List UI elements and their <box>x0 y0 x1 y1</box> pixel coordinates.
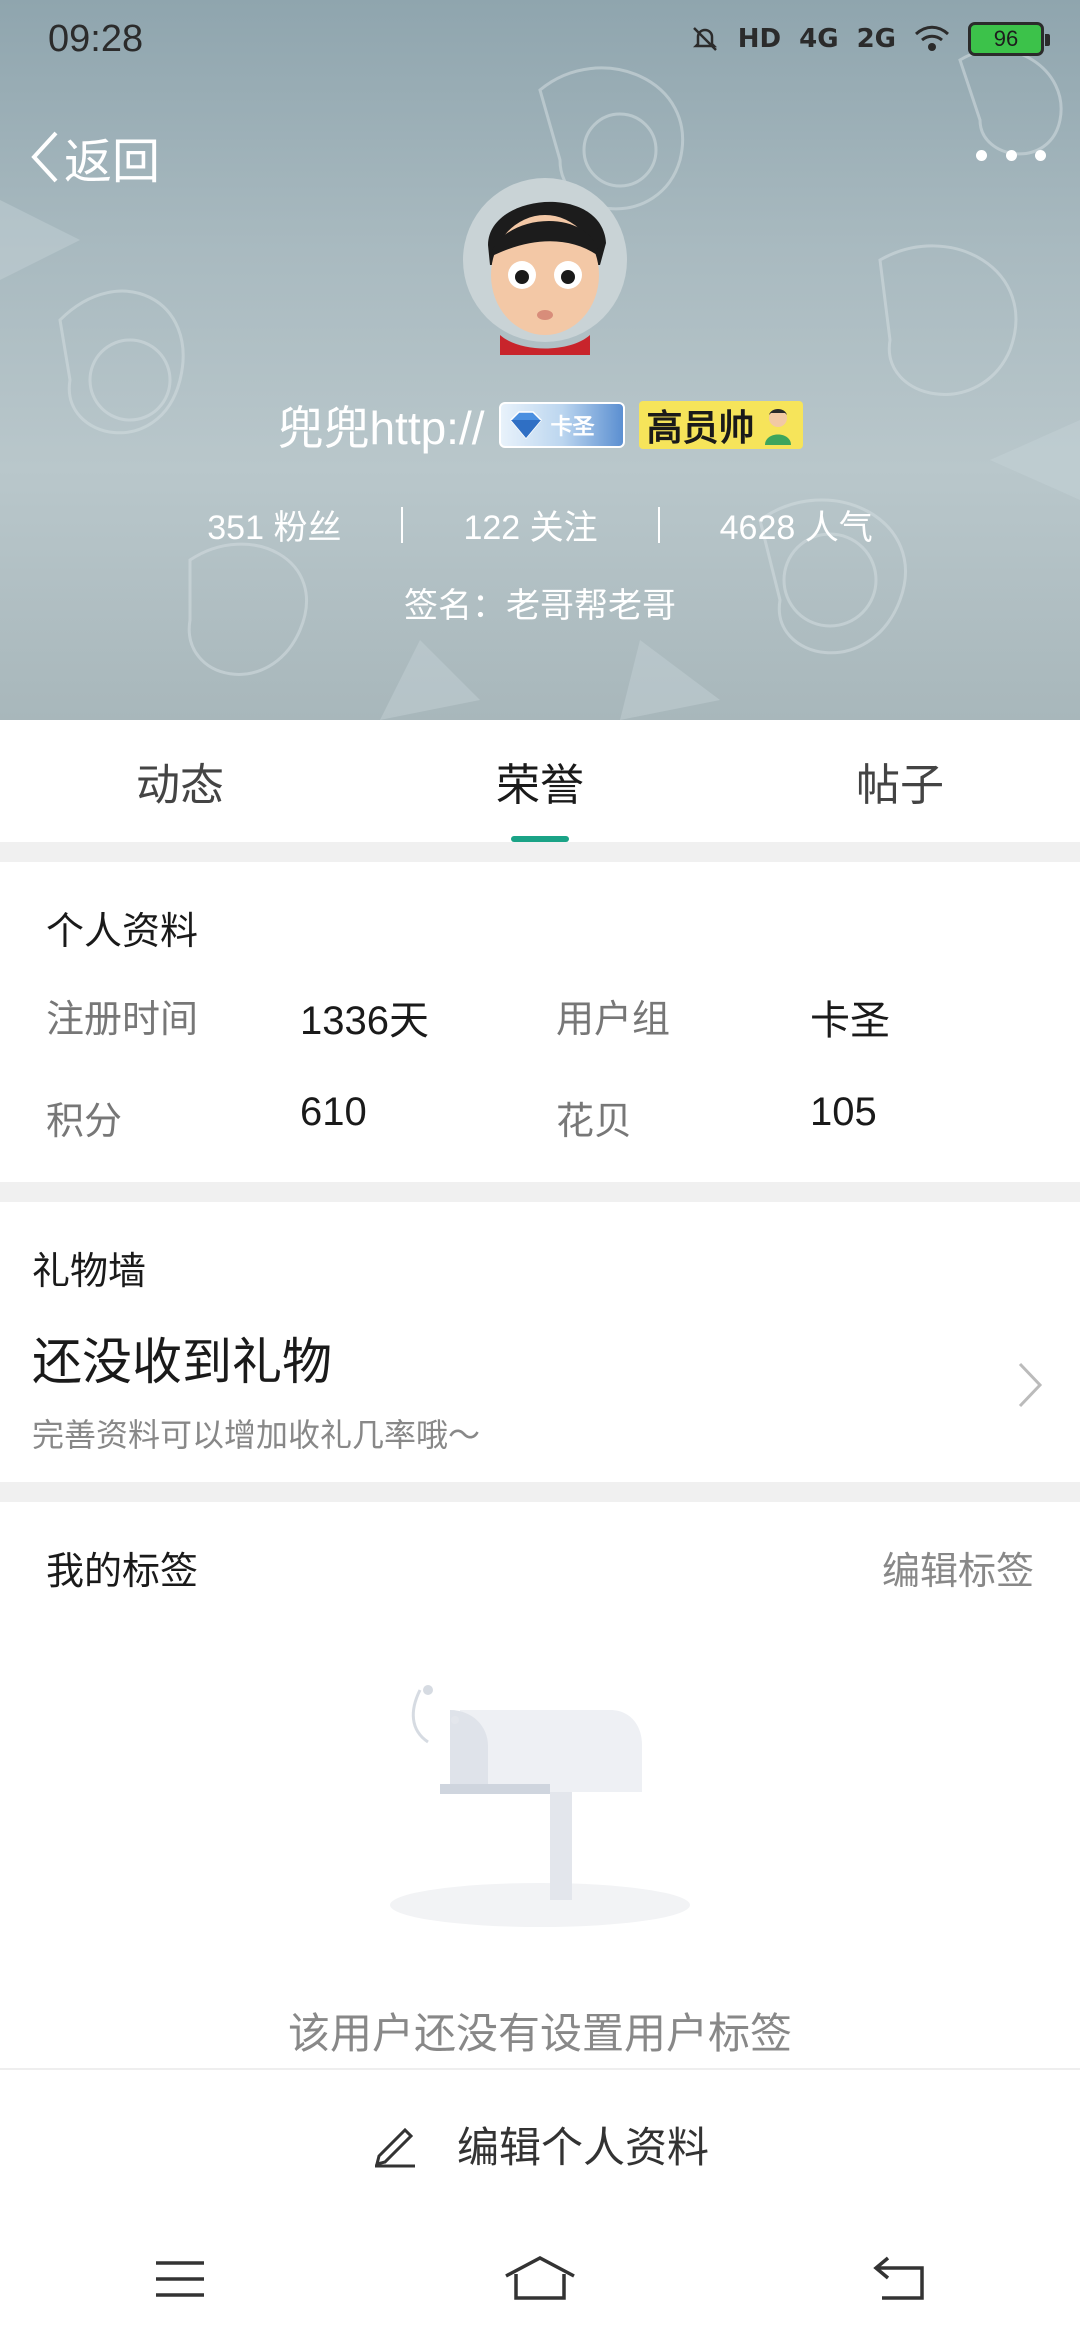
register-time-label: 注册时间 <box>46 997 199 1041</box>
user-group-value: 卡圣 <box>810 999 890 1043</box>
tab-posts[interactable]: 帖子 <box>720 720 1080 842</box>
tab-dynamics[interactable]: 动态 <box>0 720 360 842</box>
section-divider <box>0 842 1080 862</box>
4g-signal-icon: 4G <box>799 24 839 54</box>
stats-row: 351 粉丝 122 关注 4628 人气 <box>0 500 1080 549</box>
more-dot-icon <box>976 149 987 161</box>
chevron-left-icon <box>31 131 58 183</box>
person-icon <box>764 409 791 445</box>
gift-empty-text: 还没收到礼物 <box>32 1333 332 1391</box>
empty-mailbox-illustration <box>390 1685 690 1927</box>
title-badge: 高员帅 <box>638 401 803 449</box>
tags-section-title: 我的标签 <box>46 1549 199 1593</box>
nav-home-button[interactable] <box>480 2239 600 2319</box>
2g-signal-icon: 2G <box>856 24 896 54</box>
gift-wall-title: 礼物墙 <box>32 1249 147 1293</box>
more-dot-icon <box>1005 149 1017 161</box>
diamond-icon <box>509 411 542 440</box>
hd-icon: HD <box>737 24 782 54</box>
profile-header: 09:28 HD 4G 2G 96 返回 兜兜http:// 卡圣 高员帅 35… <box>0 0 1080 720</box>
popularity-count: 4628 人气 <box>719 509 873 547</box>
status-icons: HD 4G 2G 96 <box>690 22 1050 56</box>
gift-hint-text: 完善资料可以增加收礼几率哦～ <box>32 1416 481 1454</box>
title-badge-text: 高员帅 <box>646 408 755 449</box>
back-button[interactable]: 返回 <box>30 122 160 192</box>
back-nav-icon <box>873 2256 924 2300</box>
edit-profile-button[interactable]: 编辑个人资料 <box>0 2068 1080 2218</box>
tab-honors[interactable]: 荣誉 <box>360 720 720 842</box>
avatar[interactable] <box>460 165 630 355</box>
section-divider <box>0 1482 1080 1502</box>
edit-tags-button[interactable]: 编辑标签 <box>882 1540 1034 1595</box>
level-badge-text: 卡圣 <box>550 415 595 440</box>
wifi-icon <box>914 25 950 51</box>
fans-count[interactable]: 351 粉丝 <box>147 500 401 549</box>
home-icon <box>505 2256 575 2300</box>
username: 兜兜http:// <box>277 402 485 454</box>
more-options-button[interactable] <box>976 135 1046 175</box>
pencil-icon <box>374 2127 415 2168</box>
more-dot-icon <box>1035 149 1046 161</box>
following-count[interactable]: 122 关注 <box>403 500 657 549</box>
status-time: 09:28 <box>48 18 144 60</box>
battery-indicator: 96 <box>968 22 1050 56</box>
level-badge: 卡圣 <box>498 402 625 448</box>
system-navbar <box>0 2218 1080 2340</box>
back-button-label: 返回 <box>64 134 161 190</box>
section-divider <box>0 1182 1080 1202</box>
points-label: 积分 <box>46 1099 123 1143</box>
profile-tabs: 动态 荣誉 帖子 <box>0 720 1080 842</box>
username-row: 兜兜http:// 卡圣 高员帅 <box>0 392 1080 458</box>
chevron-right-icon <box>1018 1362 1043 1408</box>
empty-tags-text: 该用户还没有设置用户标签 <box>287 2009 792 2058</box>
nav-menu-button[interactable] <box>120 2239 240 2319</box>
flower-shell-label: 花贝 <box>556 1099 633 1143</box>
mute-icon <box>692 27 717 51</box>
points-value: 610 <box>300 1090 367 1134</box>
signature: 签名：老哥帮老哥 <box>404 586 676 626</box>
flower-shell-value: 105 <box>810 1090 877 1134</box>
profile-section-title: 个人资料 <box>46 909 199 953</box>
edit-profile-label: 编辑个人资料 <box>456 2122 709 2172</box>
menu-icon <box>156 2261 204 2297</box>
user-group-label: 用户组 <box>556 997 671 1041</box>
register-time-value: 1336天 <box>300 999 429 1043</box>
nav-back-button[interactable] <box>840 2239 960 2319</box>
status-bar: 09:28 HD 4G 2G 96 <box>0 0 1080 80</box>
